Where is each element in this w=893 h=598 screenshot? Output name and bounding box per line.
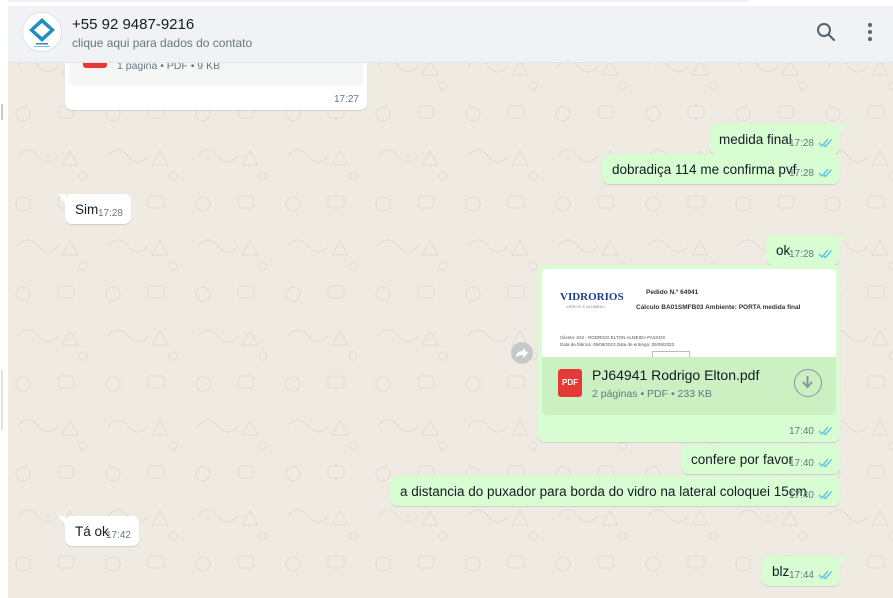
pdf-icon: PDF	[558, 369, 582, 397]
left-edge-panel	[0, 0, 8, 598]
read-ticks-icon	[818, 490, 832, 500]
preview-dates: Data de fábrica: 05/09/2023 Data de entr…	[560, 342, 675, 347]
bubble-tail	[58, 194, 66, 204]
message-outgoing[interactable]: medida final 17:28	[709, 124, 847, 154]
document-bar[interactable]: PDF PJ64941 Rodrigo Elton.pdf 2 páginas …	[542, 357, 836, 415]
message-text: Tá ok	[75, 524, 109, 539]
chat-header[interactable]: +55 92 9487-9216 clique aqui para dados …	[8, 6, 893, 63]
chat-window: +55 92 9487-9216 clique aqui para dados …	[8, 6, 893, 598]
message-text: a distancia do puxador para borda do vid…	[400, 484, 807, 499]
read-ticks-icon	[818, 426, 832, 436]
read-ticks-icon	[818, 168, 832, 178]
message-outgoing[interactable]: a distancia do puxador para borda do vid…	[390, 476, 840, 506]
edge-tick	[1, 104, 3, 120]
message-time: 17:40	[788, 426, 814, 437]
message-time: 17:40	[788, 458, 814, 469]
message-time: 17:28	[97, 208, 123, 219]
message-incoming[interactable]: Tá ok 17:42	[58, 516, 139, 546]
read-ticks-icon	[818, 249, 832, 259]
message-text: Sim	[75, 202, 99, 217]
document-filename: PJ64941 Rodrigo Elton.pdf	[592, 367, 760, 383]
message-outgoing-document[interactable]: VIDRORIOS VIDROS E ALUMÍNIO Pedido N.º 6…	[538, 265, 840, 442]
message-incoming[interactable]: Sim 17:28	[58, 194, 131, 224]
forward-icon	[516, 348, 528, 358]
message-outgoing[interactable]: ok 17:28	[766, 235, 847, 265]
message-outgoing[interactable]: blz 17:44	[762, 556, 847, 586]
download-icon	[802, 376, 813, 389]
message-time: 17:28	[788, 168, 814, 179]
read-ticks-icon	[818, 458, 832, 468]
message-time: 17:40	[788, 490, 814, 501]
top-border-line	[8, 0, 748, 2]
menu-button[interactable]	[858, 20, 882, 44]
message-time: 17:28	[788, 138, 814, 149]
message-text: medida final	[719, 132, 792, 147]
document-preview[interactable]: VIDRORIOS VIDROS E ALUMÍNIO Pedido N.º 6…	[542, 269, 836, 357]
preview-brand: VIDRORIOS	[560, 291, 624, 303]
message-outgoing[interactable]: confere por favor 17:40	[681, 444, 840, 474]
forward-button[interactable]	[511, 342, 533, 364]
download-button[interactable]	[794, 369, 822, 397]
preview-order: Pedido N.º 64941	[646, 289, 699, 296]
bubble-tail	[58, 516, 66, 526]
message-text: confere por favor	[691, 452, 794, 467]
message-time: 17:28	[788, 249, 814, 260]
message-time: 17:42	[105, 530, 131, 541]
bubble-tail	[839, 556, 847, 566]
bubble-tail	[839, 124, 847, 134]
bubble-tail	[839, 235, 847, 245]
search-icon	[817, 23, 836, 42]
read-ticks-icon	[818, 570, 832, 580]
read-ticks-icon	[818, 138, 832, 148]
preview-calc: Cálculo BA01SMFB03 Ambiente: PORTA medid…	[636, 304, 801, 311]
contact-info-hint[interactable]: clique aqui para dados do contato	[72, 36, 252, 50]
contact-avatar[interactable]	[22, 12, 62, 52]
contact-name[interactable]: +55 92 9487-9216	[72, 16, 194, 33]
menu-icon	[868, 23, 872, 41]
search-button[interactable]	[814, 20, 838, 44]
message-text: dobradiça 114 me confirma pvf	[612, 162, 797, 177]
document-meta: 2 páginas • PDF • 233 KB	[592, 388, 713, 400]
edge-tick	[1, 370, 3, 430]
message-time: 17:44	[788, 570, 814, 581]
message-text: blz	[772, 564, 790, 579]
preview-brand-sub: VIDROS E ALUMÍNIO	[566, 304, 606, 309]
preview-client: Cliente: 633 - RODRIGO ELTON ALMEIDA PAS…	[560, 335, 666, 340]
diamond-logo-icon	[29, 18, 55, 47]
message-time: 17:27	[333, 94, 359, 105]
message-outgoing[interactable]: dobradiça 114 me confirma pvf 17:28	[602, 154, 840, 184]
